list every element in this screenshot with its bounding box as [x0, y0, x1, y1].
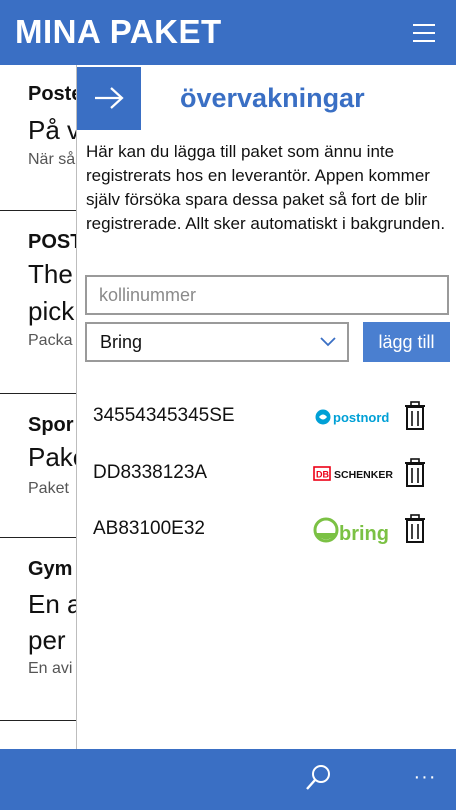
arrow-right-icon[interactable]: [77, 67, 141, 130]
svg-text:bring: bring: [339, 523, 389, 545]
package-subtext: Paket: [28, 480, 69, 497]
carrier-selected-value: Bring: [100, 332, 143, 352]
more-options-button[interactable]: ···: [410, 767, 440, 787]
search-icon[interactable]: [303, 763, 333, 793]
parcel-row: DD8338123A DB SCHENKER: [77, 454, 456, 494]
package-name: Spor: [28, 414, 74, 436]
svg-text:postnord: postnord: [333, 410, 389, 425]
trash-icon[interactable]: [403, 514, 427, 544]
add-button[interactable]: lägg till: [363, 322, 450, 362]
watchlist-panel: övervakningar Här kan du lägga till pake…: [76, 65, 456, 749]
parcel-number: AB83100E32: [93, 518, 205, 539]
parcel-row: AB83100E32 bring: [77, 510, 456, 550]
postnord-logo: postnord: [313, 403, 393, 431]
panel-title: övervakningar: [180, 83, 365, 113]
package-subtext: När så: [28, 151, 76, 168]
package-subtext: En avi: [28, 660, 73, 677]
parcel-number: DD8338123A: [93, 462, 208, 483]
bottom-app-bar: ···: [0, 749, 456, 810]
package-name: Gym: [28, 558, 73, 580]
trash-icon[interactable]: [403, 401, 427, 431]
app-header: MINA PAKET: [0, 0, 456, 65]
schenker-logo: DB SCHENKER: [313, 460, 393, 488]
package-name: POST: [28, 231, 83, 253]
hamburger-icon[interactable]: [409, 20, 439, 46]
parcel-number: 34554345345SE: [93, 405, 235, 426]
package-name: Poste: [28, 83, 83, 105]
package-subtext: Packa: [28, 332, 73, 349]
app-title: MINA PAKET: [15, 13, 222, 50]
parcel-row: 34554345345SE postnord: [77, 397, 456, 437]
chevron-down-icon: [320, 337, 336, 347]
bring-logo: bring: [313, 516, 393, 545]
trash-icon[interactable]: [403, 458, 427, 488]
svg-text:DB: DB: [316, 470, 329, 480]
svg-text:SCHENKER: SCHENKER: [334, 469, 393, 481]
panel-description: Här kan du lägga till paket som ännu int…: [86, 142, 446, 233]
carrier-dropdown[interactable]: Bring: [85, 322, 349, 362]
tracking-number-input[interactable]: [85, 275, 449, 315]
